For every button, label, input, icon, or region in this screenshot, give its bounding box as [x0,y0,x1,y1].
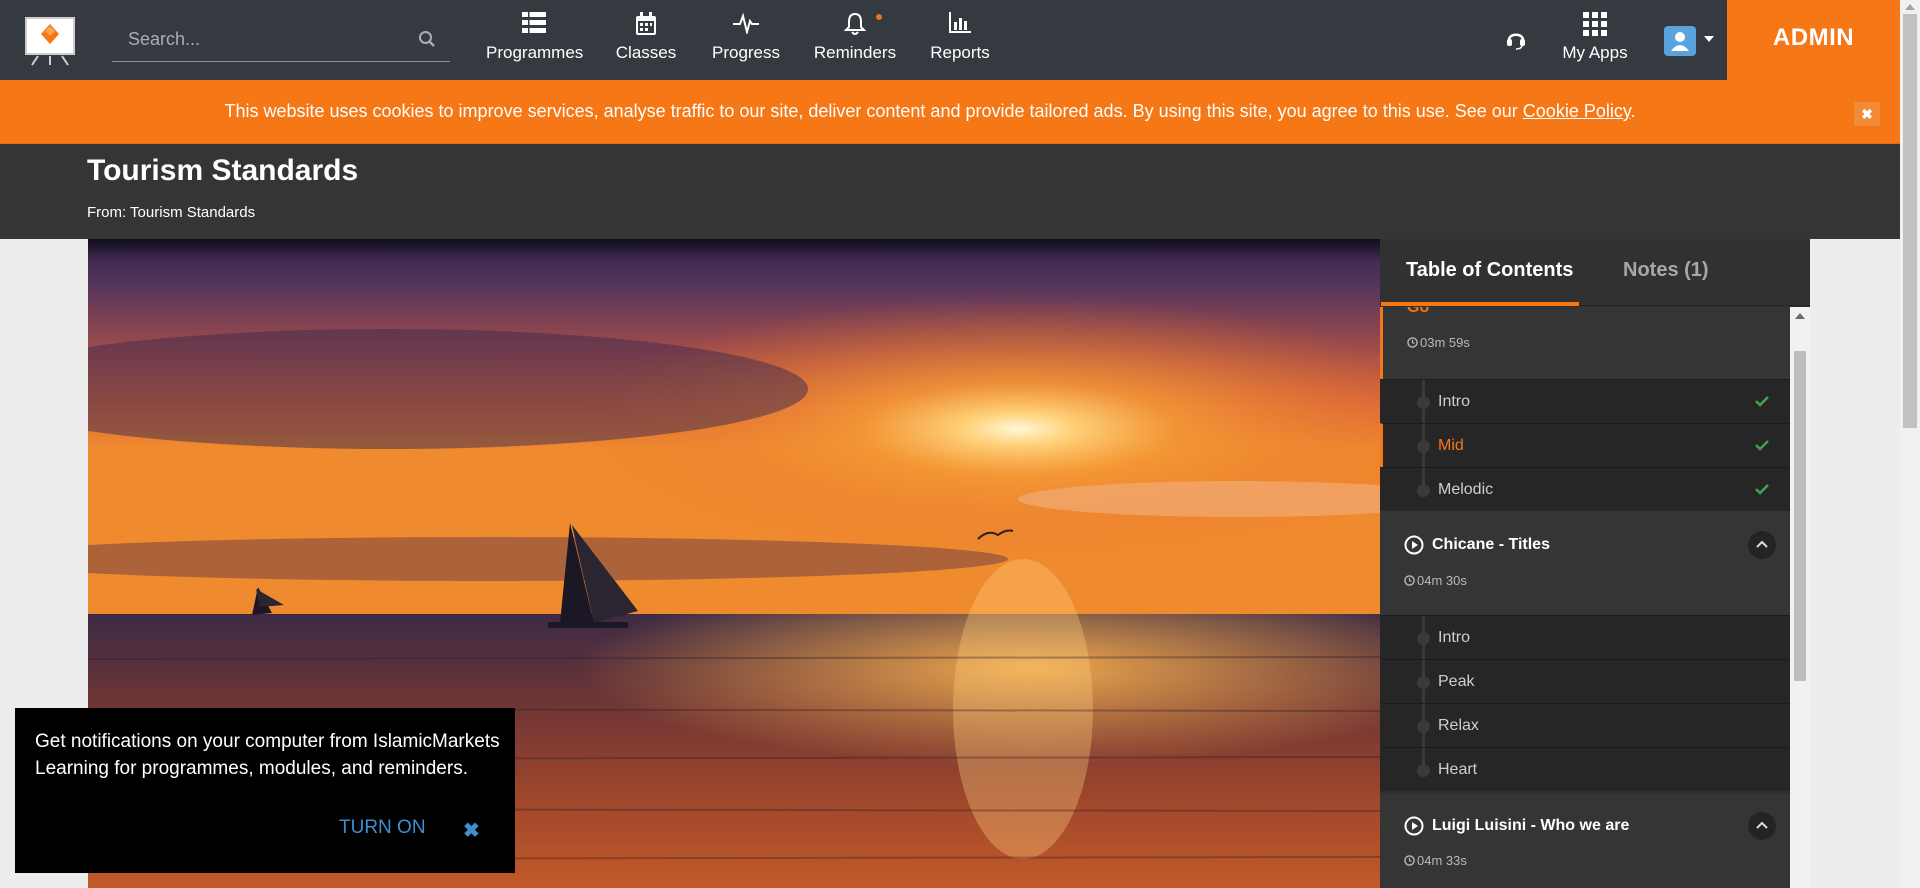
nav-label: Reminders [813,43,897,62]
lesson-peak[interactable]: Peak [1380,659,1790,704]
check-icon [1755,438,1769,456]
bell-icon [812,12,898,40]
apps-grid-icon [1560,12,1630,40]
collapse-section-button[interactable] [1748,812,1776,840]
section-title: Go [1407,307,1430,316]
lesson-intro[interactable]: Intro [1380,615,1790,660]
list-icon [486,12,582,40]
lesson-name: Mid [1438,437,1464,454]
turn-on-button[interactable]: TURN ON [339,817,426,839]
nav-label: Programmes [486,43,584,62]
lesson-name: Peak [1438,673,1475,690]
toc-tabs: Table of Contents Notes (1) [1380,239,1810,306]
timeline-node [1417,632,1430,645]
lesson-mid[interactable]: Mid [1380,423,1790,468]
duration-text: 04m 30s [1417,573,1467,588]
toc-list: Go 03m 59s Intro Mid Melodic Chicane - T… [1380,307,1790,888]
check-icon [1755,394,1769,412]
nav-reports[interactable]: Reports [926,12,994,68]
nav-progress[interactable]: Progress [708,12,784,68]
nav-label: Classes [615,43,677,62]
tab-table-of-contents[interactable]: Table of Contents [1406,259,1573,282]
calendar-icon [614,12,678,40]
section-chicane-titles[interactable]: Chicane - Titles 04m 30s [1380,511,1790,615]
avatar[interactable] [1664,26,1696,56]
timeline-node [1417,440,1430,453]
bar-chart-icon [926,12,994,40]
duration-text: 03m 59s [1420,335,1470,350]
play-circle-icon [1404,816,1424,836]
check-icon [1755,482,1769,500]
toc-panel: Table of Contents Notes (1) Go 03m 59s I… [1380,239,1810,888]
lesson-relax[interactable]: Relax [1380,703,1790,748]
lesson-name: Intro [1438,393,1471,410]
notification-dot [876,14,882,20]
page-scroll-thumb[interactable] [1903,14,1917,428]
search-input[interactable]: Search... [128,29,200,50]
section-go[interactable]: Go 03m 59s [1380,307,1790,379]
cookie-text: This website uses cookies to improve ser… [224,101,1523,121]
timeline-node [1417,484,1430,497]
cookie-close-button[interactable]: ✖ [1854,102,1880,126]
page-title: Tourism Standards [87,154,359,187]
section-title: Luigi Luisini - Who we are [1432,817,1630,834]
course-source: From: Tourism Standards [87,204,256,221]
lesson-heart[interactable]: Heart [1380,747,1790,791]
chevron-up-icon [1756,540,1768,548]
section-duration: 04m 30s [1404,573,1467,588]
site-logo[interactable] [24,16,76,66]
nav-classes[interactable]: Classes [614,12,678,68]
chevron-down-icon[interactable] [1704,36,1714,42]
notification-prompt: Get notifications on your computer from … [15,708,515,873]
nav-label: Progress [711,43,781,62]
lesson-name: Heart [1438,761,1478,778]
toc-scroll-thumb[interactable] [1794,351,1806,681]
lesson-melodic[interactable]: Melodic [1380,467,1790,511]
notification-text: Get notifications on your computer from … [35,731,500,779]
section-duration: 04m 33s [1404,853,1467,868]
lesson-intro[interactable]: Intro [1380,379,1790,424]
lesson-name: Relax [1438,717,1479,734]
lesson-name: Intro [1438,629,1471,646]
scroll-up-arrow-icon[interactable] [1795,313,1805,319]
timeline-node [1417,720,1430,733]
toc-scrollbar[interactable] [1790,307,1810,888]
top-navbar: Search... Programmes Classes Progress Re… [0,0,1900,80]
timeline-node [1417,764,1430,777]
close-icon[interactable]: ✖ [463,818,480,843]
section-title: Chicane - Titles [1432,536,1550,553]
clock-icon [1404,575,1415,586]
timeline-node [1417,676,1430,689]
duration-text: 04m 33s [1417,853,1467,868]
nav-programmes[interactable]: Programmes [486,12,584,68]
collapse-section-button[interactable] [1748,531,1776,559]
section-duration: 03m 59s [1407,335,1470,350]
admin-button[interactable]: ADMIN [1727,0,1900,80]
clock-icon [1407,337,1418,348]
clock-icon [1404,855,1415,866]
section-luigi-luisini[interactable]: Luigi Luisini - Who we are 04m 33s [1380,794,1790,888]
nav-my-apps[interactable]: My Apps [1560,12,1630,68]
cookie-policy-link[interactable]: Cookie Policy [1523,101,1631,121]
tab-notes[interactable]: Notes (1) [1623,259,1709,282]
play-circle-icon [1404,535,1424,555]
scroll-up-arrow-icon[interactable] [1905,4,1915,10]
timeline-node [1417,396,1430,409]
search-box[interactable]: Search... [112,18,450,62]
nav-label: My Apps [1562,43,1628,62]
pulse-icon [708,12,784,40]
active-tab-indicator [1381,302,1579,306]
cookie-suffix: . [1630,101,1636,121]
nav-reminders[interactable]: Reminders [812,12,898,68]
support-headset-icon[interactable] [1505,28,1527,55]
page-scrollbar[interactable] [1900,0,1920,888]
chevron-up-icon [1756,821,1768,829]
nav-label: Reports [930,43,990,62]
cookie-message: This website uses cookies to improve ser… [0,101,1860,122]
search-icon[interactable] [418,30,436,53]
course-header: Tourism Standards From: Tourism Standard… [0,144,1900,239]
lesson-name: Melodic [1438,481,1494,498]
cookie-banner: This website uses cookies to improve ser… [0,80,1900,144]
